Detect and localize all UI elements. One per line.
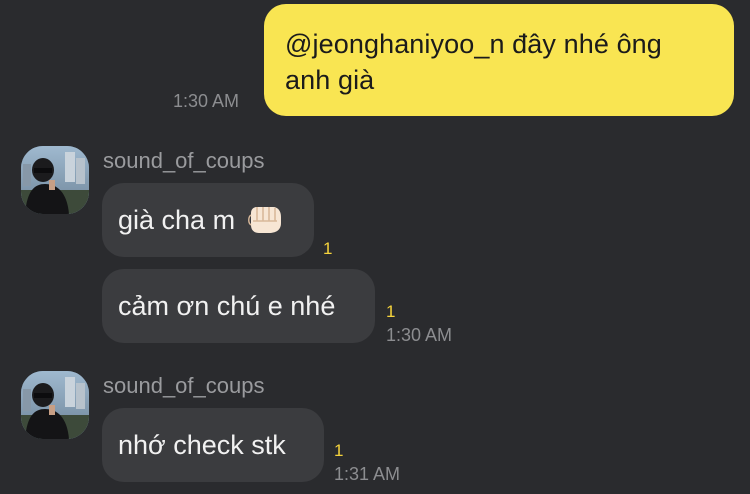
- message-time: 1:30 AM: [173, 91, 240, 111]
- message-text: nhớ check stk: [118, 430, 286, 460]
- fist-bump-emoji-icon: [247, 207, 281, 233]
- sender-name: sound_of_coups: [103, 148, 265, 173]
- unread-count: 1: [386, 302, 396, 321]
- message-text: cảm ơn chú e nhé: [118, 291, 336, 321]
- message-text-line: @jeonghaniyoo_n đây nhé ông: [285, 29, 662, 59]
- avatar[interactable]: [21, 371, 89, 439]
- unread-count: 1: [334, 441, 344, 460]
- sender-name: sound_of_coups: [103, 373, 265, 398]
- message-text-line: anh già: [285, 65, 375, 95]
- incoming-message-bubble[interactable]: nhớ check stk: [102, 408, 324, 482]
- avatar-photo: [21, 146, 89, 214]
- incoming-message-bubble[interactable]: cảm ơn chú e nhé: [102, 269, 375, 343]
- outgoing-message-bubble[interactable]: @jeonghaniyoo_n đây nhé ông anh già: [264, 4, 734, 116]
- unread-count: 1: [323, 239, 333, 258]
- chat-view[interactable]: 1:30 AM @jeonghaniyoo_n đây nhé ông anh …: [0, 0, 750, 494]
- message-time: 1:31 AM: [334, 464, 401, 484]
- avatar[interactable]: [21, 146, 89, 214]
- message-text: già cha m: [118, 205, 236, 235]
- incoming-message-bubble[interactable]: già cha m: [102, 183, 314, 257]
- message-time: 1:30 AM: [386, 325, 453, 345]
- avatar-photo: [21, 371, 89, 439]
